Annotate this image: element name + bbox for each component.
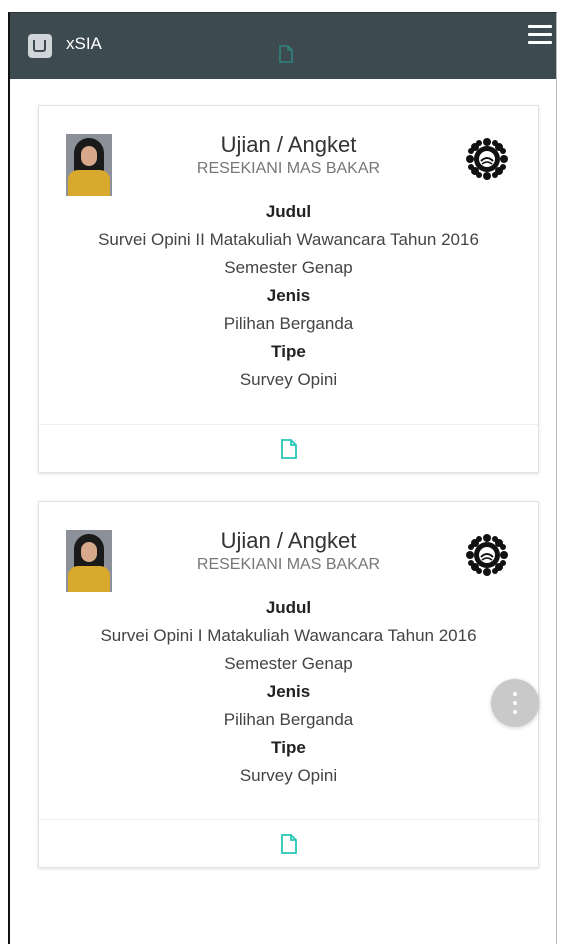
judul-value: Survei Opini II Matakuliah Wawancara Tah…: [98, 230, 479, 249]
jenis-value: Pilihan Berganda: [223, 710, 354, 729]
exam-card: Ujian / Angket RESEKIANI MAS BAKAR Judul…: [38, 501, 539, 868]
tipe-value: Survey Opini: [239, 766, 338, 785]
judul-label: Judul: [265, 202, 312, 221]
exam-info: Judul Survei Opini I Matakuliah Wawancar…: [39, 594, 538, 790]
tipe-value: Survey Opini: [239, 370, 338, 389]
more-vertical-icon: [513, 692, 517, 696]
file-icon: [279, 45, 293, 63]
exam-info: Judul Survei Opini II Matakuliah Wawanca…: [39, 198, 538, 394]
file-icon[interactable]: [280, 439, 298, 459]
xsia-logo-icon: [28, 34, 52, 58]
file-icon[interactable]: [280, 834, 298, 854]
judul-value: Survei Opini I Matakuliah Wawancara Tahu…: [100, 626, 477, 645]
semester-value: Semester Genap: [224, 654, 353, 673]
tipe-label: Tipe: [271, 738, 306, 757]
card-title: Ujian / Angket: [220, 528, 357, 553]
app-frame: xSIA Ujian / Angket RESEKIANI MAS BAKAR …: [8, 12, 557, 944]
card-footer: [39, 424, 538, 472]
more-options-button[interactable]: [491, 679, 539, 727]
tipe-label: Tipe: [271, 342, 306, 361]
card-footer: [39, 819, 538, 867]
jenis-value: Pilihan Berganda: [223, 314, 354, 333]
author-name: RESEKIANI MAS BAKAR: [196, 160, 381, 177]
exam-card: Ujian / Angket RESEKIANI MAS BAKAR Judul…: [38, 105, 539, 473]
jenis-label: Jenis: [266, 286, 311, 305]
app-title: xSIA: [66, 34, 102, 53]
author-name: RESEKIANI MAS BAKAR: [196, 556, 381, 573]
semester-value: Semester Genap: [224, 258, 353, 277]
judul-label: Judul: [265, 598, 312, 617]
hamburger-menu-icon[interactable]: [528, 25, 552, 45]
card-title: Ujian / Angket: [220, 132, 357, 157]
app-bar: xSIA: [10, 13, 556, 79]
jenis-label: Jenis: [266, 682, 311, 701]
